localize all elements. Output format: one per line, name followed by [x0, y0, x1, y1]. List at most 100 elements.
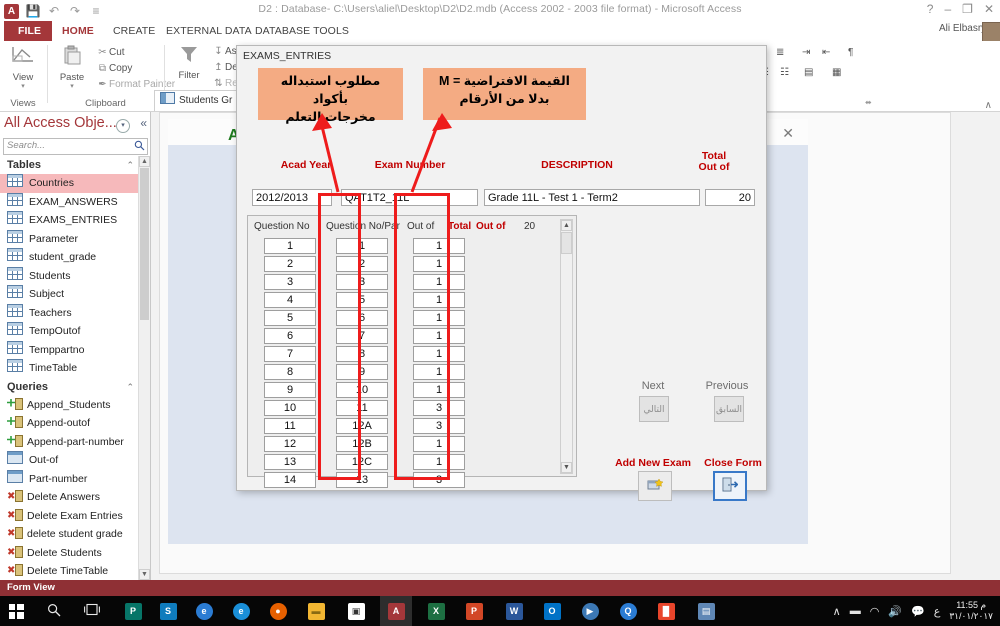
nav-item-out-of[interactable]: Out-of	[0, 451, 150, 470]
nav-item-delete-answers[interactable]: Delete Answers	[0, 488, 150, 507]
chevron-down-icon[interactable]: ▾	[116, 119, 130, 133]
grid-cell-question-no[interactable]: 5	[264, 310, 316, 326]
grid-cell-question-no[interactable]: 7	[264, 346, 316, 362]
nav-group-tables[interactable]: Tables ⌃	[0, 156, 150, 174]
search-input[interactable]: Search...	[3, 138, 148, 155]
grid-cell-question-no[interactable]: 1	[264, 238, 316, 254]
avatar[interactable]	[982, 22, 1000, 42]
nav-item-delete-exam-entries[interactable]: Delete Exam Entries	[0, 507, 150, 526]
close-button[interactable]: ✕	[984, 2, 994, 16]
total-out-of-field[interactable]: 20	[705, 189, 755, 206]
taskbar-item-access[interactable]: A	[380, 596, 412, 626]
taskbar-search-button[interactable]	[38, 596, 70, 626]
scrollbar-thumb[interactable]	[561, 232, 572, 254]
tab-file[interactable]: FILE	[4, 21, 56, 41]
nav-item-teachers[interactable]: Teachers	[0, 303, 150, 323]
nav-item-student-grade[interactable]: student_grade	[0, 248, 150, 267]
navigation-object-list[interactable]: Tables ⌃ Countries EXAM_ANSWERS EXAMS_EN…	[0, 156, 150, 580]
chevron-down-icon[interactable]: ▾	[50, 83, 94, 90]
taskbar-item-file-explorer[interactable]: ▬	[300, 596, 332, 626]
paste-button[interactable]: Paste ▾	[50, 44, 94, 90]
start-button[interactable]	[0, 596, 32, 626]
nav-item-timetable[interactable]: TimeTable	[0, 359, 150, 378]
grid-cell-question-no[interactable]: 3	[264, 274, 316, 290]
volume-icon[interactable]: 🔊	[888, 605, 902, 618]
align-center-icon[interactable]: ☷	[780, 67, 789, 78]
nav-item-subject[interactable]: Subject	[0, 285, 150, 304]
taskbar-item-outlook[interactable]: O	[536, 596, 568, 626]
nav-item-temppartno[interactable]: Temppartno	[0, 340, 150, 360]
taskbar-item-powerpoint[interactable]: P	[458, 596, 490, 626]
next-button[interactable]: التالي	[639, 396, 669, 422]
show-hidden-icons-button[interactable]: ∧	[833, 605, 841, 618]
indent-left-icon[interactable]: ⇤	[822, 47, 830, 58]
nav-group-queries[interactable]: Queries ⌃	[0, 378, 150, 396]
collapse-nav-pane-icon[interactable]: «	[140, 116, 147, 130]
scrollbar-thumb[interactable]	[140, 168, 149, 320]
nav-item-part-number[interactable]: Part-number	[0, 469, 150, 489]
nav-item-exam-answers[interactable]: EXAM_ANSWERS	[0, 192, 150, 212]
add-new-exam-button[interactable]	[638, 471, 672, 501]
task-view-button[interactable]	[76, 596, 108, 626]
tab-database-tools[interactable]: DATABASE TOOLS	[245, 21, 359, 41]
nav-item-exams-entries[interactable]: EXAMS_ENTRIES	[0, 211, 150, 230]
battery-icon[interactable]: ▬	[850, 605, 861, 617]
restore-button[interactable]: ❐	[962, 2, 973, 16]
scroll-down-icon[interactable]: ▼	[561, 462, 572, 473]
nav-item-append-outof[interactable]: Append-outof	[0, 414, 150, 433]
grid-cell-question-no[interactable]: 6	[264, 328, 316, 344]
previous-button[interactable]: السابق	[714, 396, 744, 422]
nav-item-tempoutof[interactable]: TempOutof	[0, 322, 150, 341]
nav-item-students[interactable]: Students	[0, 266, 150, 286]
action-center-icon[interactable]: 💬	[911, 605, 925, 618]
language-indicator[interactable]: ع	[934, 605, 941, 618]
grid-cell-question-no[interactable]: 10	[264, 400, 316, 416]
taskbar-item-excel[interactable]: X	[420, 596, 452, 626]
grid-cell-question-no[interactable]: 9	[264, 382, 316, 398]
taskbar-item-word[interactable]: W	[498, 596, 530, 626]
taskbar-item-internet-explorer[interactable]: e	[225, 596, 257, 626]
taskbar-item-sway[interactable]: S	[152, 596, 184, 626]
taskbar-clock[interactable]: 11:55 م ٣١/٠١/٢٠١٧	[949, 600, 996, 622]
cut-button[interactable]: ✂ Cut	[96, 47, 124, 58]
text-formatting-dialog-launcher[interactable]: ⬌	[865, 98, 872, 107]
taskbar-item-publisher[interactable]: P	[117, 596, 149, 626]
grid-cell-question-no[interactable]: 2	[264, 256, 316, 272]
nav-item-countries[interactable]: Countries	[0, 174, 150, 193]
nav-item-append-students[interactable]: Append_Students	[0, 396, 150, 415]
taskbar-item-remote-desktop[interactable]: ▤	[690, 596, 722, 626]
view-button[interactable]: View ▾	[1, 44, 45, 90]
nav-pane-scrollbar[interactable]: ▲ ▼	[138, 156, 150, 580]
nav-item-delete-timetable[interactable]: Delete TimeTable	[0, 562, 150, 580]
gridlines-icon[interactable]: ▦	[832, 67, 841, 78]
collapse-ribbon-button[interactable]: ∧	[985, 100, 992, 111]
minimize-button[interactable]: –	[944, 2, 951, 16]
taskbar-item-media-player[interactable]: ▶	[574, 596, 606, 626]
chevron-up-icon[interactable]: ⌃	[126, 378, 134, 396]
indent-right-icon[interactable]: ⇥	[802, 47, 810, 58]
scroll-up-icon[interactable]: ▲	[139, 156, 150, 167]
filter-button[interactable]: Filter	[167, 44, 211, 81]
copy-button[interactable]: ⧉ Copy	[96, 63, 132, 74]
taskbar-item-qbittorrent[interactable]: Q	[612, 596, 644, 626]
background-color-icon[interactable]: ▤	[804, 67, 813, 78]
chevron-down-icon[interactable]: ▾	[1, 83, 45, 90]
taskbar-item-edge[interactable]: e	[188, 596, 220, 626]
wifi-icon[interactable]: ◠	[870, 605, 880, 618]
numbering-icon[interactable]: ≣	[776, 47, 784, 58]
grid-scrollbar[interactable]: ▲ ▼	[560, 219, 573, 474]
grid-cell-question-no[interactable]: 11	[264, 418, 316, 434]
close-form-button[interactable]	[713, 471, 747, 501]
taskbar-item-pdf-reader[interactable]: █	[650, 596, 682, 626]
nav-item-append-part-number[interactable]: Append-part-number	[0, 433, 150, 452]
grid-cell-question-no[interactable]: 13	[264, 454, 316, 470]
scroll-down-icon[interactable]: ▼	[139, 569, 150, 580]
document-tab-students-grid[interactable]: Students Gr	[154, 90, 240, 111]
taskbar-item-firefox[interactable]: ●	[262, 596, 294, 626]
description-field[interactable]: Grade 11L - Test 1 - Term2	[484, 189, 700, 206]
rtl-text-icon[interactable]: ¶	[848, 47, 853, 58]
taskbar-item-store[interactable]: ▣	[340, 596, 372, 626]
nav-item-parameter[interactable]: Parameter	[0, 229, 150, 249]
grid-cell-question-no[interactable]: 4	[264, 292, 316, 308]
scroll-up-icon[interactable]: ▲	[561, 220, 572, 231]
